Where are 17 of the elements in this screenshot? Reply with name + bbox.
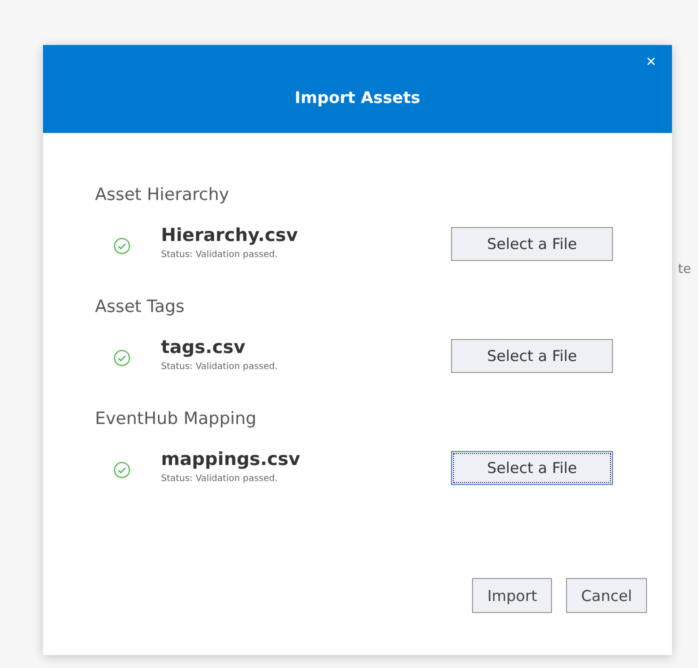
- section-label: Asset Tags: [95, 297, 185, 317]
- select-file-button[interactable]: Select a File: [451, 451, 613, 485]
- file-name: tags.csv: [161, 337, 246, 358]
- dialog-title: Import Assets: [294, 88, 420, 107]
- file-name: Hierarchy.csv: [161, 225, 298, 246]
- background-text: te: [678, 262, 692, 277]
- file-name: mappings.csv: [161, 449, 300, 470]
- dialog-button[interactable]: Cancel: [566, 578, 647, 613]
- dialog-button[interactable]: Import: [472, 578, 552, 613]
- select-file-button[interactable]: Select a File: [451, 339, 613, 373]
- select-file-button[interactable]: Select a File: [451, 227, 613, 261]
- close-button[interactable]: ×: [644, 53, 658, 70]
- section-label: Asset Hierarchy: [95, 185, 230, 205]
- status-text: Status: Validation passed.: [161, 474, 278, 484]
- status-text: Status: Validation passed.: [161, 250, 278, 260]
- status-text: Status: Validation passed.: [161, 362, 278, 372]
- section-label: EventHub Mapping: [95, 409, 256, 429]
